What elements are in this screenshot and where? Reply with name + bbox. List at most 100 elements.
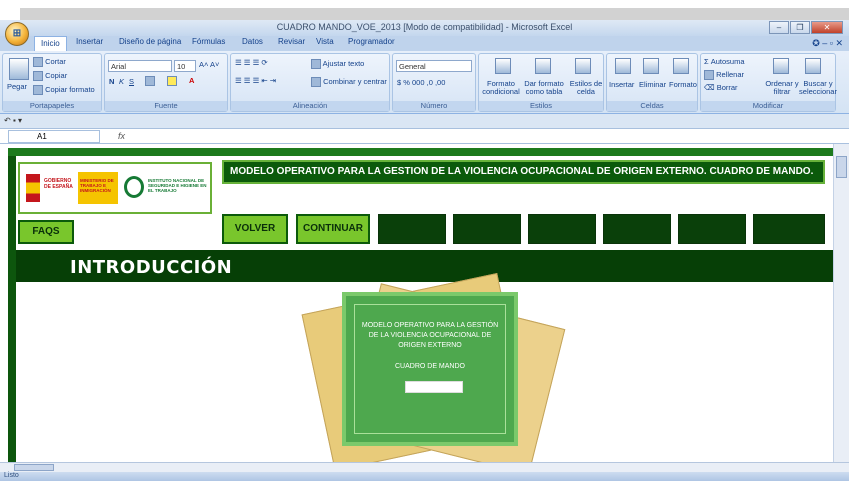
paste-button[interactable]: Pegar — [7, 82, 27, 91]
nav-slot-6[interactable] — [753, 214, 825, 244]
delete-cells-button[interactable]: Eliminar — [639, 80, 666, 89]
restore-button[interactable]: ❐ — [790, 21, 810, 34]
group-label-clipboard: Portapapeles — [3, 101, 101, 111]
cover-image: MODELO OPERATIVO PARA LA GESTIÓN DE LA V… — [342, 292, 518, 446]
tab-inicio[interactable]: Inicio — [34, 36, 67, 51]
borders-button[interactable] — [145, 76, 155, 87]
copy-icon — [33, 71, 43, 82]
intro-heading: INTRODUCCIÓN — [70, 257, 233, 278]
nav-slot-2[interactable] — [453, 214, 521, 244]
fill-color-button[interactable] — [167, 76, 177, 87]
font-color-button[interactable]: A — [189, 76, 194, 85]
merge-center-button[interactable]: Combinar y centrar — [311, 77, 387, 88]
bold-button[interactable]: N — [109, 77, 114, 86]
status-text: Listo — [4, 472, 19, 479]
worksheet[interactable]: GOBIERNO DE ESPAÑA MINISTERIO DE TRABAJO… — [0, 144, 849, 462]
group-label-cells: Celdas — [607, 101, 697, 111]
group-editing: Σ Autosuma Rellenar ⌫ Borrar Ordenar y f… — [700, 53, 837, 112]
cell-styles-button[interactable]: Estilos de celda — [569, 80, 603, 96]
font-size-select[interactable]: 10 — [174, 60, 196, 72]
nav-slot-4[interactable] — [603, 214, 671, 244]
tab-diseno-pagina[interactable]: Diseño de página — [119, 37, 181, 46]
align-top-buttons[interactable]: ☰ ☰ ☰ ⟳ — [235, 58, 268, 67]
group-alignment: ☰ ☰ ☰ ⟳ ☰ ☰ ☰ ⇤ ⇥ Ajustar texto Combinar… — [230, 53, 390, 112]
format-as-table-button[interactable]: Dar formato como tabla — [521, 80, 567, 96]
cut-button[interactable]: Cortar — [33, 57, 66, 68]
continuar-button[interactable]: CONTINUAR — [296, 214, 370, 244]
font-name-select[interactable]: Arial — [108, 60, 172, 72]
tab-programador[interactable]: Programador — [348, 37, 395, 46]
tab-datos[interactable]: Datos — [242, 37, 263, 46]
vertical-scrollbar[interactable] — [833, 144, 849, 462]
conditional-format-button[interactable]: Formato condicional — [481, 80, 521, 96]
qat-dropdown-icon[interactable]: ▾ — [18, 116, 22, 125]
vertical-scroll-thumb[interactable] — [836, 156, 847, 178]
find-select-icon — [805, 58, 821, 74]
conditional-format-icon — [495, 58, 511, 74]
format-cells-button[interactable]: Formato — [669, 80, 697, 89]
tab-formulas[interactable]: Fórmulas — [192, 37, 225, 46]
tab-vista[interactable]: Vista — [316, 37, 334, 46]
insert-cells-button[interactable]: Insertar — [609, 80, 634, 89]
quick-access-toolbar: ↶ ▪ ▾ — [0, 114, 849, 128]
institution-logos: GOBIERNO DE ESPAÑA MINISTERIO DE TRABAJO… — [18, 162, 212, 214]
nav-slot-5[interactable] — [678, 214, 746, 244]
ribbon-help-controls[interactable]: ✪ – ▫ ✕ — [812, 38, 843, 49]
number-format-select[interactable]: General — [396, 60, 472, 72]
cover-subtitle: CUADRO DE MANDO — [394, 363, 465, 370]
copy-button[interactable]: Copiar — [33, 71, 67, 82]
window-controls: – ❐ ✕ — [769, 21, 843, 34]
name-box[interactable]: A1 — [8, 130, 100, 143]
table-format-icon — [535, 58, 551, 74]
fill-color-icon — [167, 76, 177, 87]
tab-revisar[interactable]: Revisar — [278, 37, 305, 46]
wrap-text-button[interactable]: Ajustar texto — [311, 59, 365, 70]
group-font: Arial 10 A˄ A˅ N K S A Fuente — [104, 53, 228, 112]
brush-icon — [33, 85, 43, 96]
find-select-button[interactable]: Buscar y seleccionar — [799, 80, 837, 96]
group-cells: Insertar Eliminar Formato Celdas — [606, 53, 698, 112]
clear-button[interactable]: ⌫ Borrar — [704, 83, 738, 92]
ribbon: Pegar Cortar Copiar Copiar formato Porta… — [0, 51, 849, 114]
horizontal-scrollbar[interactable] — [0, 462, 849, 472]
italic-button[interactable]: K — [119, 77, 124, 86]
underline-button[interactable]: S — [129, 77, 134, 86]
fill-icon — [704, 70, 714, 81]
horizontal-scroll-thumb[interactable] — [14, 464, 54, 471]
scissors-icon — [33, 57, 43, 68]
group-clipboard: Pegar Cortar Copiar Copiar formato Porta… — [2, 53, 102, 112]
align-horizontal-buttons[interactable]: ☰ ☰ ☰ ⇤ ⇥ — [235, 76, 276, 85]
fx-icon[interactable]: fx — [118, 131, 125, 141]
sort-filter-button[interactable]: Ordenar y filtrar — [765, 80, 799, 96]
font-grow-button[interactable]: A˄ A˅ — [199, 60, 219, 69]
close-button[interactable]: ✕ — [811, 21, 843, 34]
insht-logo-icon — [124, 176, 144, 198]
faqs-button[interactable]: FAQS — [18, 220, 74, 244]
nav-slot-1[interactable] — [378, 214, 446, 244]
tab-insertar[interactable]: Insertar — [76, 37, 103, 46]
format-painter-button[interactable]: Copiar formato — [33, 85, 95, 96]
fill-button[interactable]: Rellenar — [704, 70, 745, 81]
group-label-number: Número — [393, 101, 475, 111]
wrap-text-label: Ajustar texto — [322, 59, 365, 68]
office-button[interactable]: ⊞ — [5, 22, 29, 46]
save-icon[interactable]: ▪ — [13, 116, 16, 125]
logo-ministerio-text: MINISTERIO DE TRABAJO E INMIGRACIÓN — [80, 178, 114, 193]
ministerio-logo: MINISTERIO DE TRABAJO E INMIGRACIÓN — [78, 172, 118, 204]
formula-bar: A1 fx — [0, 128, 849, 144]
number-format-buttons[interactable]: $ % 000 ,0 ,00 — [397, 78, 445, 87]
undo-icon[interactable]: ↶ — [4, 116, 11, 125]
volver-button[interactable]: VOLVER — [222, 214, 288, 244]
nav-row: VOLVER CONTINUAR — [16, 214, 825, 244]
clear-label: Borrar — [716, 83, 738, 92]
minimize-button[interactable]: – — [769, 21, 789, 34]
sort-filter-icon — [773, 58, 789, 74]
cell-styles-icon — [575, 58, 591, 74]
top-green-bar — [8, 148, 833, 156]
window-title: CUADRO MANDO_VOE_2013 [Modo de compatibi… — [276, 22, 573, 32]
group-number: General $ % 000 ,0 ,00 Número — [392, 53, 476, 112]
fill-label: Rellenar — [716, 70, 745, 79]
nav-slot-3[interactable] — [528, 214, 596, 244]
autosum-button[interactable]: Σ Autosuma — [704, 57, 745, 66]
paste-icon[interactable] — [9, 58, 29, 80]
